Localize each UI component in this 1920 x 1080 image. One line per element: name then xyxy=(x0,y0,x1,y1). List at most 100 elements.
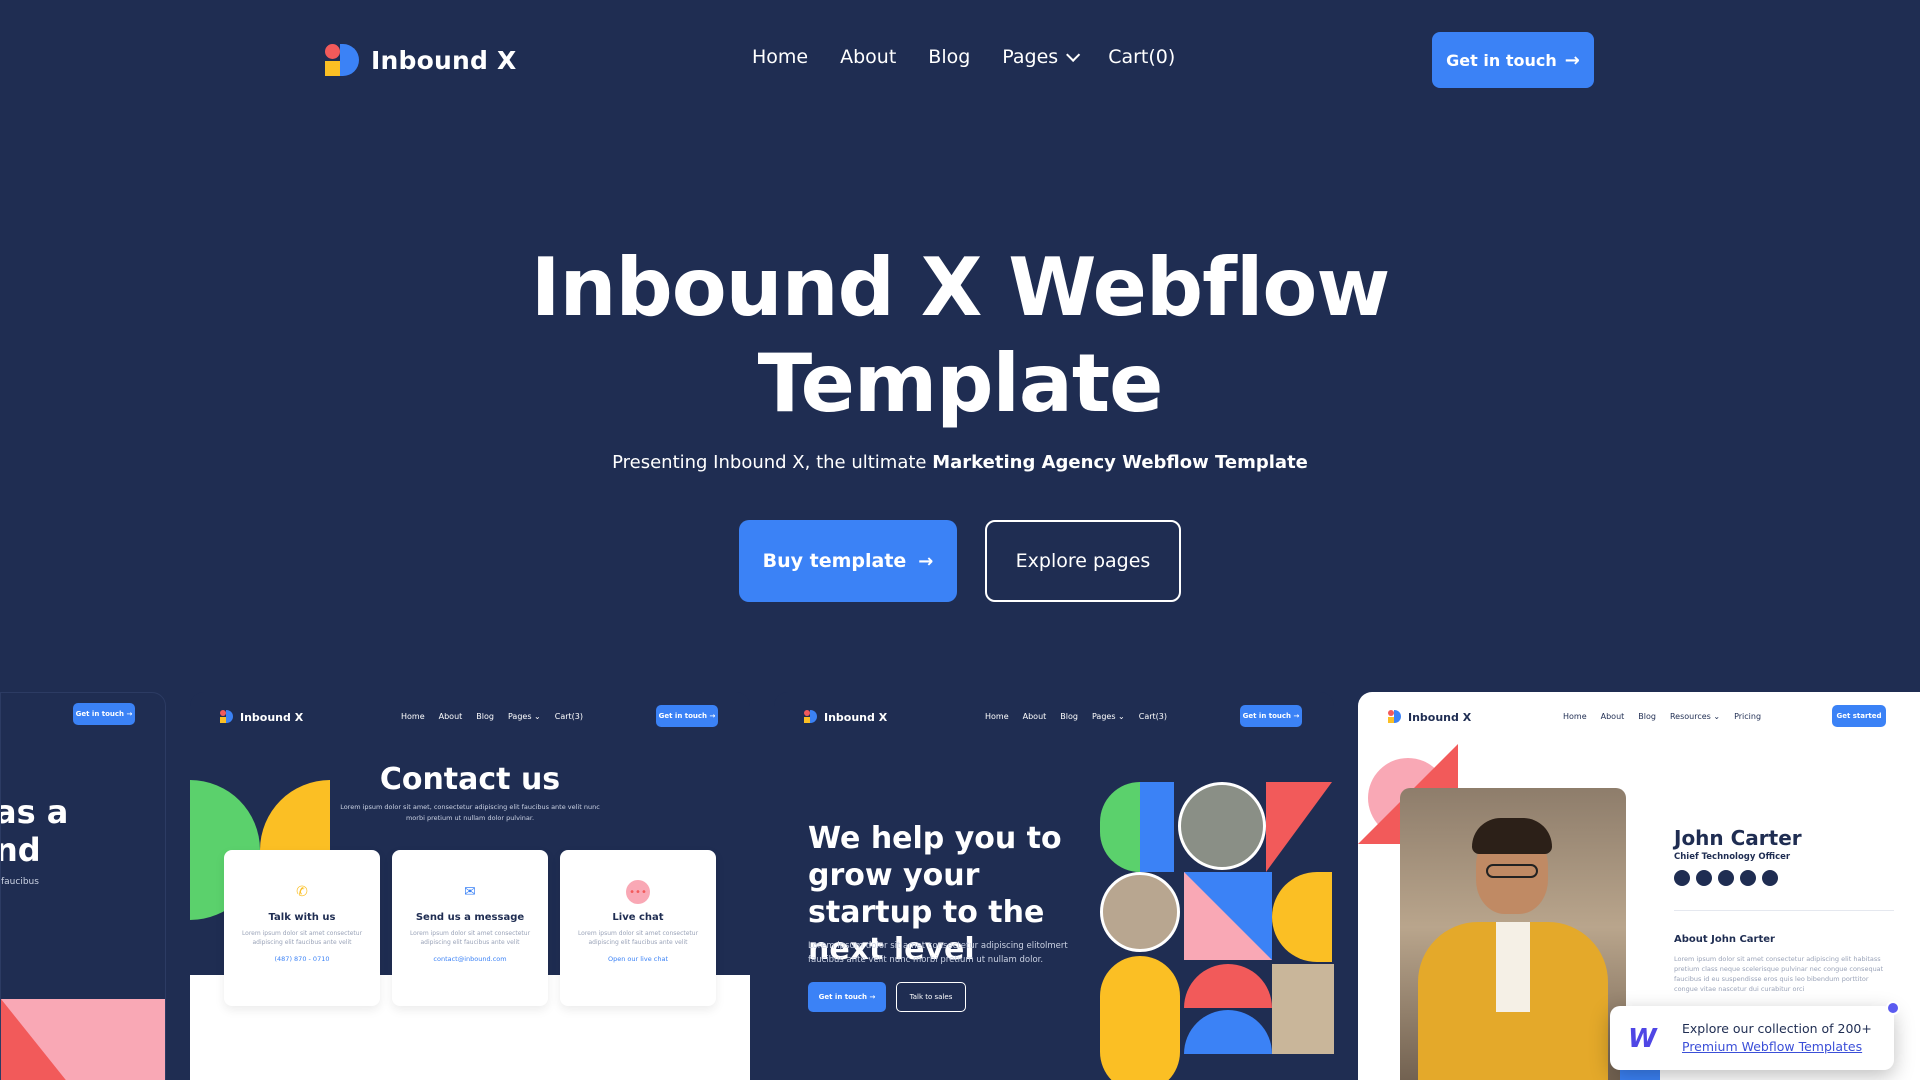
preview-contact-nav: Inbound X Home About Blog Pages ⌄ Cart(3… xyxy=(190,702,750,732)
preview-profile-logo: Inbound X xyxy=(1388,710,1471,724)
preview-contact-brand: Inbound X xyxy=(240,710,304,724)
buy-template-label: Buy template xyxy=(762,550,907,572)
webflow-logo-icon: W xyxy=(1628,1024,1657,1054)
hero-subtitle-prefix: Presenting Inbound X, the ultimate xyxy=(612,452,933,473)
preview-profile-brand: Inbound X xyxy=(1408,710,1472,724)
promo-text: Explore our collection of 200+ Premium W… xyxy=(1682,1020,1872,1056)
profile-name: John Carter xyxy=(1674,826,1802,850)
preview-contact-lorem: Lorem ipsum dolor sit amet, consectetur … xyxy=(340,803,600,822)
promo-caption: Explore our collection of 200+ xyxy=(1682,1021,1872,1036)
nav-item-home[interactable]: Home xyxy=(752,46,808,68)
decor-yellow-half xyxy=(1272,872,1332,962)
decor-red-semicircle xyxy=(1184,964,1272,1008)
photo-glasses xyxy=(1486,864,1538,878)
nav-item-cart[interactable]: Cart(0) xyxy=(1108,46,1175,68)
preview-partial-text: faucibus xyxy=(1,877,39,887)
preview-card-contact[interactable]: Inbound X Home About Blog Pages ⌄ Cart(3… xyxy=(190,692,750,1080)
explore-pages-label: Explore pages xyxy=(1015,550,1151,572)
preview-profile-cta: Get started xyxy=(1832,705,1886,727)
decor-red-triangle xyxy=(1266,782,1332,872)
preview-contact-menu: Home About Blog Pages ⌄ Cart(3) xyxy=(401,712,583,721)
preview-profile-nav: Inbound X Home About Blog Resources ⌄ Pr… xyxy=(1358,702,1920,732)
nav-item-blog[interactable]: Blog xyxy=(928,46,970,68)
preview-profile-menu: Home About Blog Resources ⌄ Pricing xyxy=(1563,712,1761,721)
preview-menu-item: Home xyxy=(1563,712,1587,721)
divider xyxy=(1674,910,1894,911)
phone-icon: ✆ xyxy=(296,884,308,900)
preview-contact-title: Contact us xyxy=(379,762,561,797)
buy-template-button[interactable]: Buy template → xyxy=(739,520,957,602)
explore-pages-button[interactable]: Explore pages xyxy=(985,520,1181,602)
team-photo-circle xyxy=(1178,782,1266,870)
arrow-right-icon: → xyxy=(918,550,934,572)
brand-name: Inbound X xyxy=(371,45,517,75)
decor-blue-semicircle xyxy=(1184,1010,1272,1054)
preview-startup-cta: Get in touch → xyxy=(1240,705,1302,727)
photo-hair xyxy=(1472,818,1552,854)
contact-card-body: Lorem ipsum dolor sit amet consectetur a… xyxy=(409,930,531,946)
contact-card-link: contact@inbound.com xyxy=(433,955,507,963)
preview-partial-line1: as a xyxy=(0,793,69,831)
youtube-icon xyxy=(1762,870,1778,886)
preview-menu-item: Cart(3) xyxy=(1138,712,1167,721)
get-in-touch-button[interactable]: Get in touch → xyxy=(1432,32,1594,88)
twitter-icon xyxy=(1696,870,1712,886)
preview-menu-item: Resources ⌄ xyxy=(1669,712,1721,721)
preview-menu-item: About xyxy=(438,712,463,721)
preview-menu-item: About xyxy=(1022,712,1047,721)
logo-mark-icon xyxy=(804,710,818,724)
preview-menu-item: Pages ⌄ xyxy=(1091,712,1125,721)
get-in-touch-label: Get in touch xyxy=(1446,50,1557,70)
logo-mark-icon xyxy=(220,710,234,724)
contact-card-link: (487) 870 - 0710 xyxy=(274,955,330,963)
preview-menu-item: About xyxy=(1600,712,1625,721)
hero-title-line1: Inbound X Webflow xyxy=(530,241,1391,334)
promo-link[interactable]: Premium Webflow Templates xyxy=(1682,1038,1872,1056)
profile-role: Chief Technology Officer xyxy=(1674,852,1791,862)
contact-card-talk: ✆ Talk with us Lorem ipsum dolor sit ame… xyxy=(224,850,380,1006)
preview-startup-logo: Inbound X xyxy=(804,710,887,724)
preview-startup-primary-button: Get in touch → xyxy=(808,982,886,1012)
preview-partial-heading: as a nd xyxy=(0,793,69,869)
decor-yellow-pill xyxy=(1100,956,1180,1080)
profile-about-body: Lorem ipsum dolor sit amet consectetur a… xyxy=(1674,955,1884,993)
main-menu: Home About Blog Pages Cart(0) xyxy=(752,46,1175,68)
nav-item-about[interactable]: About xyxy=(840,46,896,68)
preview-contact-cta: Get in touch → xyxy=(656,705,718,727)
instagram-icon xyxy=(1718,870,1734,886)
contact-card-body: Lorem ipsum dolor sit amet consectetur a… xyxy=(577,930,699,946)
preview-menu-item: Pricing xyxy=(1734,712,1762,721)
logo-mark-icon xyxy=(325,42,361,78)
preview-partial-cta: Get in touch → xyxy=(73,703,135,725)
contact-card-heading: Send us a message xyxy=(415,912,525,923)
logo-mark-icon xyxy=(1388,710,1402,724)
preview-startup-nav: Inbound X Home About Blog Pages ⌄ Cart(3… xyxy=(774,702,1334,732)
preview-startup-brand: Inbound X xyxy=(824,710,888,724)
preview-menu-item: Blog xyxy=(1060,712,1078,721)
webflow-templates-promo[interactable]: W Explore our collection of 200+ Premium… xyxy=(1610,1006,1894,1070)
preview-contact-logo: Inbound X xyxy=(220,710,303,724)
nav-item-pages-label: Pages xyxy=(1002,46,1059,68)
brand-logo[interactable]: Inbound X xyxy=(325,42,516,78)
decor-red-triangle xyxy=(1,999,81,1080)
contact-card-link: Open our live chat xyxy=(607,955,668,963)
nav-item-pages[interactable]: Pages xyxy=(1002,46,1081,68)
linkedin-icon xyxy=(1740,870,1756,886)
hero-title: Inbound X Webflow Template xyxy=(460,240,1460,432)
preview-card-partial[interactable]: Get in touch → as a nd faucibus xyxy=(0,692,166,1080)
people-photo-circle xyxy=(1100,872,1180,952)
preview-partial-line2: nd xyxy=(1,831,41,869)
preview-menu-item: Home xyxy=(401,712,425,721)
arrow-right-icon: → xyxy=(1564,49,1580,71)
woman-photo xyxy=(1272,964,1334,1054)
hero-title-line2: Template xyxy=(757,337,1164,430)
preview-card-startup[interactable]: Inbound X Home About Blog Pages ⌄ Cart(3… xyxy=(774,692,1334,1080)
hero-subtitle-bold: Marketing Agency Webflow Template xyxy=(932,452,1308,473)
preview-startup-secondary-button: Talk to sales xyxy=(896,982,966,1012)
preview-startup-body: Lorem ipsum dolor sit amet consectetur a… xyxy=(808,941,1068,965)
contact-card-message: ✉ Send us a message Lorem ipsum dolor si… xyxy=(392,850,548,1006)
social-icons xyxy=(1674,870,1778,886)
top-navigation: Inbound X Home About Blog Pages Cart(0) … xyxy=(0,0,1920,120)
decor-blue-block xyxy=(1140,782,1174,872)
contact-card-body: Lorem ipsum dolor sit amet consectetur a… xyxy=(241,930,363,946)
